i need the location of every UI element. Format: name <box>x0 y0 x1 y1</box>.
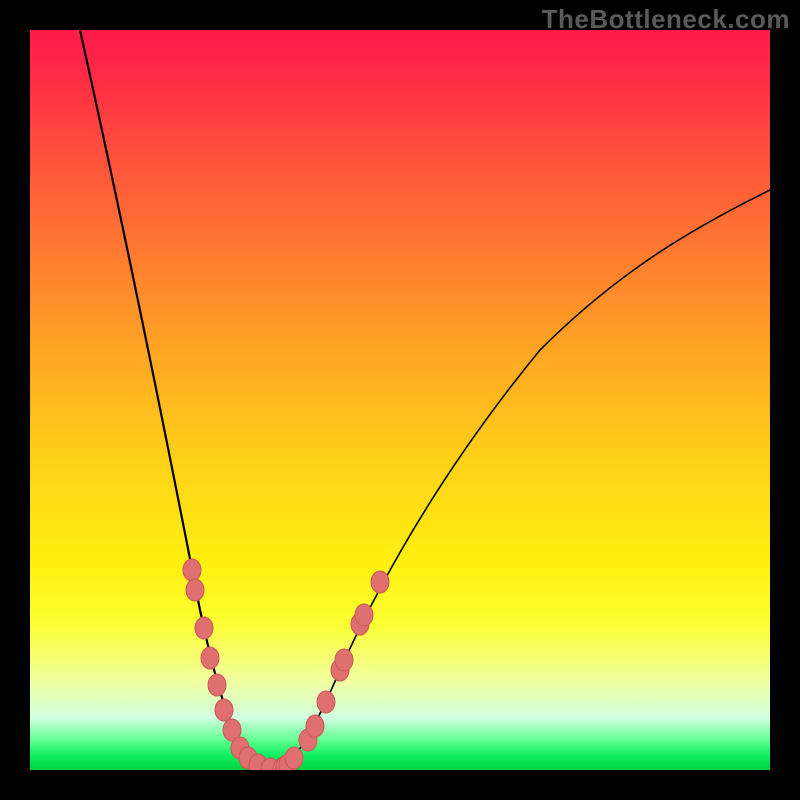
data-dot <box>195 617 213 639</box>
plot-area <box>30 30 770 770</box>
data-dot <box>371 571 389 593</box>
data-dot <box>215 699 233 721</box>
curve-right-branch <box>275 190 770 770</box>
data-dot <box>208 674 226 696</box>
data-dot <box>285 747 303 769</box>
data-dot <box>186 579 204 601</box>
data-dot <box>306 715 324 737</box>
data-dot <box>355 604 373 626</box>
chart-frame: TheBottleneck.com <box>0 0 800 800</box>
data-dot <box>317 691 335 713</box>
curve-layer <box>30 30 770 770</box>
data-dot <box>335 649 353 671</box>
curve-left-branch <box>80 30 275 770</box>
data-dot <box>183 559 201 581</box>
data-dot <box>201 647 219 669</box>
dot-group <box>183 559 389 770</box>
watermark-text: TheBottleneck.com <box>542 4 790 35</box>
